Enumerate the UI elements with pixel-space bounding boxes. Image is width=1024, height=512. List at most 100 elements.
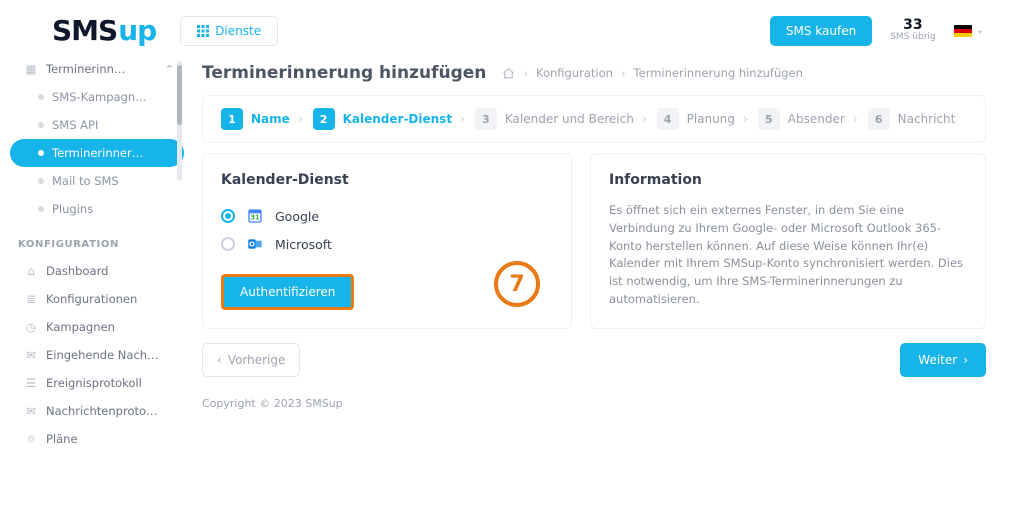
calendar-service-panel: Kalender-Dienst 31 Google O Microsoft — [202, 153, 572, 329]
sidebar-item-label: SMS API — [52, 118, 98, 132]
calendar-option-microsoft[interactable]: O Microsoft — [221, 230, 553, 258]
content-row: Kalender-Dienst 31 Google O Microsoft — [202, 153, 986, 329]
panel-title: Kalender-Dienst — [221, 172, 553, 188]
services-button[interactable]: Dienste — [180, 16, 278, 46]
topbar-right: SMS kaufen 33 SMS übrig ⌄ — [770, 16, 984, 46]
scrollbar-thumb[interactable] — [177, 65, 182, 125]
calendar-option-google[interactable]: 31 Google — [221, 202, 553, 230]
app-root: SMSup Dienste SMS kaufen 33 SMS übrig ⌄ — [0, 0, 1024, 512]
logo-text-a: SMS — [52, 14, 117, 47]
logo-text-b: up — [118, 14, 156, 47]
breadcrumb: › Konfiguration › Terminerinnerung hinzu… — [502, 66, 803, 80]
message-icon: ✉ — [24, 404, 38, 418]
step-scheduling: 4Planung› — [657, 108, 748, 130]
sidebar-item-reminders[interactable]: ▦ Terminerinn… ⌃ — [10, 55, 184, 83]
svg-text:31: 31 — [250, 213, 260, 221]
footer-copyright: Copyright © 2023 SMSup — [202, 387, 986, 410]
step-number: 5 — [758, 108, 780, 130]
chevron-right-icon: › — [642, 112, 647, 126]
home-icon[interactable] — [502, 67, 515, 80]
authenticate-button[interactable]: Authentifizieren — [221, 274, 354, 310]
sidebar-item-mail-to-sms[interactable]: Mail to SMS — [10, 167, 184, 195]
sidebar-item-label: Terminerinner… — [52, 146, 143, 160]
logo: SMSup — [52, 14, 156, 47]
sidebar-item-appointment-reminders[interactable]: Terminerinner… — [10, 139, 184, 167]
sliders-icon: ≣ — [24, 292, 38, 306]
buy-sms-button[interactable]: SMS kaufen — [770, 16, 872, 46]
flag-de-icon — [954, 25, 972, 37]
language-switcher[interactable]: ⌄ — [954, 25, 984, 37]
bullet-icon — [38, 94, 44, 100]
module-icon: ▦ — [24, 62, 38, 76]
sidebar-item-configurations[interactable]: ≣ Konfigurationen — [10, 285, 184, 313]
bullet-icon — [38, 178, 44, 184]
home-icon: ⌂ — [24, 264, 38, 278]
breadcrumb-item[interactable]: Konfiguration — [536, 66, 613, 80]
sms-credits: 33 SMS übrig — [890, 18, 935, 43]
step-message: 6Nachricht — [868, 108, 956, 130]
page-title: Terminerinnerung hinzufügen — [202, 63, 486, 83]
prev-button[interactable]: ‹ Vorherige — [202, 343, 300, 377]
outlook-icon: O — [247, 236, 263, 252]
step-name[interactable]: 1 Name › — [221, 108, 303, 130]
sidebar-item-label: SMS-Kampagn… — [52, 90, 147, 104]
bulb-icon: ☼ — [24, 432, 38, 446]
breadcrumb-item: Terminerinnerung hinzufügen — [634, 66, 803, 80]
calendar-option-label: Microsoft — [275, 237, 332, 252]
bullet-icon — [38, 206, 44, 212]
chevron-left-icon: ‹ — [217, 353, 222, 367]
bullet-icon — [38, 150, 44, 156]
sidebar-item-sms-campaigns[interactable]: SMS-Kampagn… — [10, 83, 184, 111]
scrollbar-track[interactable] — [177, 61, 182, 181]
calendar-option-label: Google — [275, 209, 319, 224]
google-calendar-icon: 31 — [247, 208, 263, 224]
wizard-steps: 1 Name › 2Kalender-Dienst› 3 Kalender und B… — [202, 95, 986, 143]
sidebar: ▦ Terminerinn… ⌃ SMS-Kampagn… SMS API Te… — [0, 55, 184, 512]
breadcrumb-separator-icon: › — [621, 66, 626, 80]
radio-checked-icon — [221, 209, 235, 223]
step-label: Kalender-Dienst — [343, 112, 452, 126]
inbox-icon: ✉ — [24, 348, 38, 362]
sidebar-item-label: Mail to SMS — [52, 174, 119, 188]
sidebar-item-label: Pläne — [46, 432, 78, 446]
chevron-right-icon: › — [963, 353, 968, 367]
sidebar-item-event-log[interactable]: ☰Ereignisprotokoll — [10, 369, 184, 397]
step-label: Planung — [687, 112, 735, 126]
radio-unchecked-icon — [221, 237, 235, 251]
services-grid-icon — [197, 25, 209, 37]
next-button-label: Weiter — [918, 353, 957, 367]
chevron-right-icon: › — [298, 112, 303, 126]
sidebar-item-sms-api[interactable]: SMS API — [10, 111, 184, 139]
step-number: 6 — [868, 108, 890, 130]
step-number: 3 — [475, 108, 497, 130]
sidebar-item-inbox[interactable]: ✉ Eingehende Nach… — [10, 341, 184, 369]
step-number: 1 — [221, 108, 243, 130]
sidebar-item-label: Eingehende Nach… — [46, 348, 159, 362]
chevron-up-icon: ⌃ — [165, 63, 174, 76]
info-panel: Information Es öffnet sich ein externes … — [590, 153, 986, 329]
sidebar-item-label: Konfigurationen — [46, 292, 137, 306]
sidebar-item-dashboard[interactable]: ⌂ Dashboard — [10, 257, 184, 285]
step-sender: 5 Absender › — [758, 108, 858, 130]
body: ▦ Terminerinn… ⌃ SMS-Kampagn… SMS API Te… — [0, 55, 1024, 512]
chevron-right-icon: › — [853, 112, 858, 126]
sidebar-item-campaigns[interactable]: ◷Kampagnen — [10, 313, 184, 341]
sidebar-item-plans[interactable]: ☼ Pläne — [10, 425, 184, 453]
sidebar-item-plugins[interactable]: Plugins — [10, 195, 184, 223]
bullet-icon — [38, 122, 44, 128]
sms-credits-label: SMS übrig — [890, 33, 935, 43]
next-button[interactable]: Weiter › — [900, 343, 986, 377]
step-label: Name — [251, 112, 290, 126]
info-body: Es öffnet sich ein externes Fenster, in … — [609, 202, 967, 309]
sidebar-nav: ▦ Terminerinn… ⌃ SMS-Kampagn… SMS API Te… — [10, 55, 184, 453]
prev-button-label: Vorherige — [228, 353, 286, 367]
sidebar-item-message-log[interactable]: ✉Nachrichtenproto… — [10, 397, 184, 425]
sidebar-item-label: Dashboard — [46, 264, 108, 278]
chevron-down-icon: ⌄ — [976, 25, 984, 36]
svg-text:O: O — [249, 241, 255, 249]
step-label: Absender — [788, 112, 845, 126]
step-calendar-service[interactable]: 2Kalender-Dienst› — [313, 108, 465, 130]
step-number: 4 — [657, 108, 679, 130]
topbar: SMSup Dienste SMS kaufen 33 SMS übrig ⌄ — [0, 0, 1024, 55]
step-label: Kalender und Bereich — [505, 112, 634, 126]
